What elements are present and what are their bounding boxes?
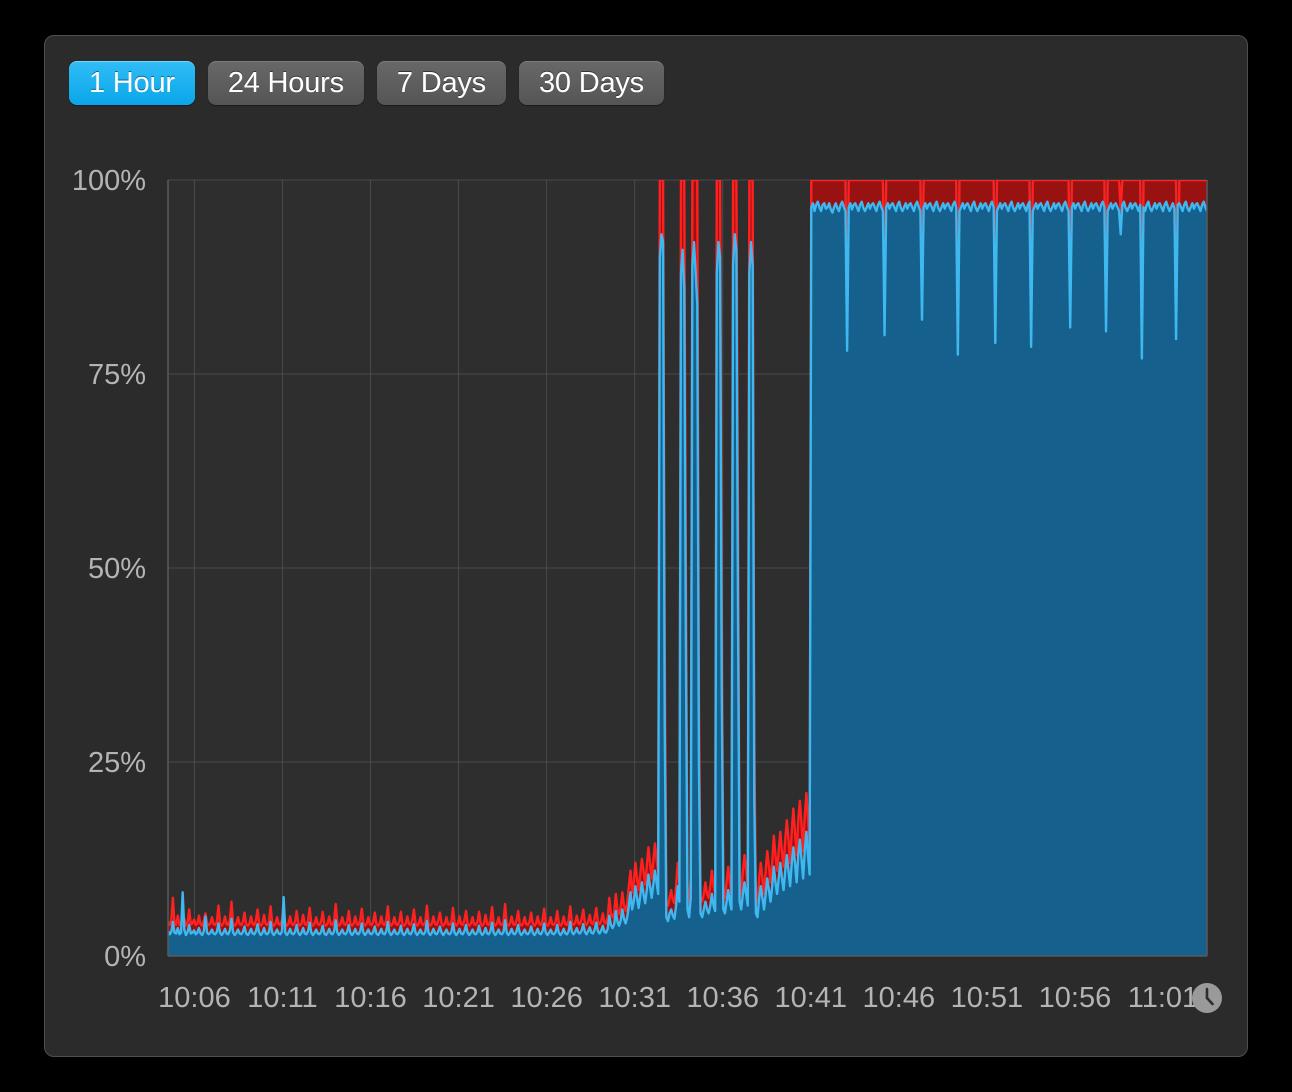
x-tick-label: 10:36 <box>686 982 759 1014</box>
chart-svg: 0% 25% 50% 75% 100% 10:06 10:11 10:16 10:21 10:2… <box>72 165 1222 1014</box>
x-tick-label: 10:21 <box>422 982 495 1014</box>
y-axis-labels: 0% 25% 50% 75% 100% <box>72 165 146 973</box>
cpu-usage-chart: 0% 25% 50% 75% 100% 10:06 10:11 10:16 10:21 10:2… <box>45 122 1249 1052</box>
x-tick-label: 10:11 <box>247 982 317 1014</box>
x-tick-label: 10:26 <box>510 982 583 1014</box>
clock-icon[interactable] <box>1192 983 1222 1013</box>
x-tick-label: 11:01 <box>1128 982 1198 1014</box>
time-range-selector: 1 Hour 24 Hours 7 Days 30 Days <box>69 61 664 105</box>
y-tick-label: 0% <box>104 941 146 973</box>
y-tick-label: 25% <box>88 747 146 779</box>
y-tick-label: 50% <box>88 553 146 585</box>
y-tick-label: 100% <box>72 165 146 197</box>
range-button-1-hour[interactable]: 1 Hour <box>69 61 195 105</box>
cpu-history-panel: 1 Hour 24 Hours 7 Days 30 Days 0% 25% 50% 7… <box>44 35 1248 1057</box>
y-tick-label: 75% <box>88 359 146 391</box>
x-tick-label: 10:31 <box>598 982 671 1014</box>
x-tick-label: 10:06 <box>158 982 231 1014</box>
x-tick-label: 10:16 <box>334 982 407 1014</box>
range-button-24-hours[interactable]: 24 Hours <box>207 61 364 105</box>
x-tick-label: 10:46 <box>863 982 936 1014</box>
x-tick-label: 10:41 <box>774 982 847 1014</box>
x-tick-label: 10:51 <box>951 982 1024 1014</box>
range-button-7-days[interactable]: 7 Days <box>376 61 506 105</box>
x-tick-label: 10:56 <box>1039 982 1112 1014</box>
x-axis-labels: 10:06 10:11 10:16 10:21 10:26 10:31 10:36 10:41… <box>158 982 1198 1014</box>
range-button-30-days[interactable]: 30 Days <box>518 61 664 105</box>
